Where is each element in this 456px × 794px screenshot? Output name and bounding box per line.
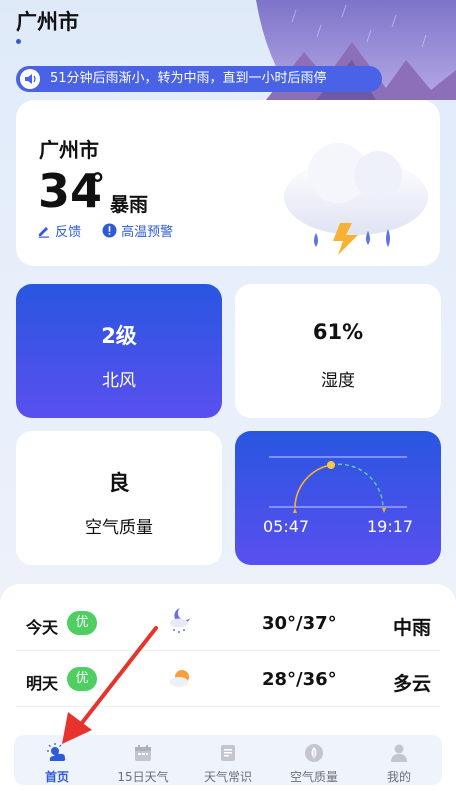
tab-label: 首页 [44,770,69,784]
air-quality-value: 良 [108,471,130,495]
page-indicator-dot [16,39,21,44]
warning-label: 高温预警 [121,225,174,240]
tab-weather-knowledge[interactable]: 天气常识 [185,735,271,785]
sunrise-time: 05:47 [263,517,310,536]
humidity-label: 湿度 [321,371,355,391]
wind-level: 2级 [101,324,137,348]
high-temp-warning-link[interactable]: 高温预警 [102,221,173,240]
tab-label: 15日天气 [117,770,169,784]
forecast-temp-range: 28°/36° [262,669,337,690]
tab-label: 空气质量 [289,770,338,784]
wind-direction: 北风 [102,371,136,391]
cloudy-sun-icon [170,670,189,687]
forecast-temp-range: 30°/37° [262,613,337,634]
rain-alert-banner[interactable]: 51分钟后雨渐小，转为中雨，直到一小时后雨停 [16,66,382,92]
rain-alert-text: 51分钟后雨渐小，转为中雨，直到一小时后雨停 [50,71,327,86]
storm-cloud-moon-icon [284,113,428,255]
current-condition: 暴雨 [110,194,149,216]
humidity-value: 61% [312,320,364,344]
sunrise-sunset-tile[interactable]: 05:47 19:17 [235,431,441,565]
degree-symbol: ° [90,168,105,203]
sunset-time: 19:17 [367,517,414,536]
forecast-condition: 中雨 [392,617,431,639]
wind-tile[interactable]: 2级 北风 [16,284,222,418]
tab-label: 天气常识 [203,770,252,784]
header-city-title[interactable]: 广州市 [16,6,79,36]
humidity-tile[interactable]: 61% 湿度 [235,284,441,418]
tab-profile[interactable]: 我的 [356,735,442,785]
rain-moon-icon [170,608,190,633]
feedback-label: 反馈 [55,225,82,240]
alert-icon [102,223,117,238]
annotation-arrow-icon [62,626,158,744]
feedback-link[interactable]: 反馈 [37,221,81,240]
book-icon [221,745,235,761]
sun-arc-icon [269,456,407,513]
tab-label: 我的 [386,770,411,784]
person-icon [391,744,407,762]
tab-air-quality[interactable]: 空气质量 [271,735,357,785]
air-quality-tile[interactable]: 良 空气质量 [16,431,222,565]
current-city: 广州市 [39,138,99,162]
air-quality-label: 空气质量 [85,518,153,538]
edit-icon [39,227,49,238]
speaker-icon[interactable] [20,69,40,89]
leaf-icon [305,744,323,762]
forecast-condition: 多云 [392,673,431,695]
